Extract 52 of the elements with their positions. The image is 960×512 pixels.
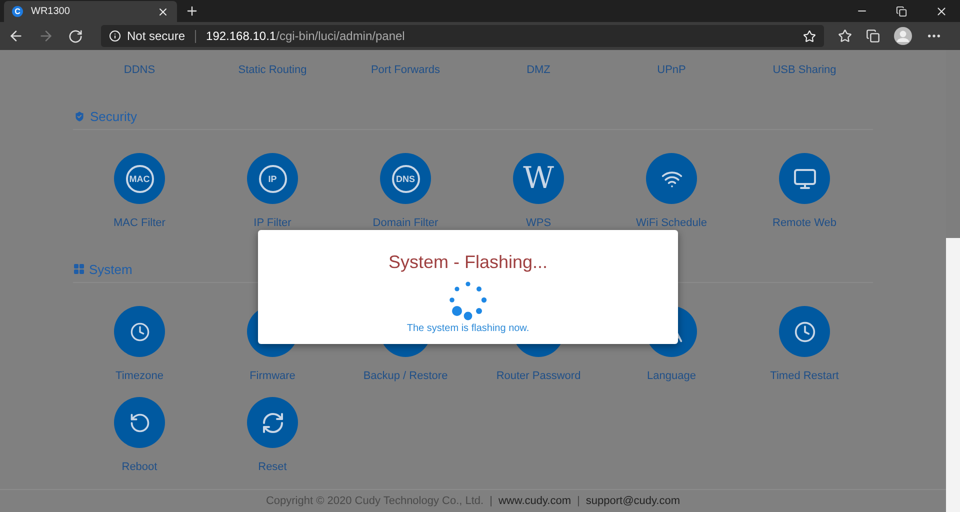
menu-item-label[interactable]: Reset [258, 460, 287, 474]
menu-item-label[interactable]: Port Forwards [370, 63, 440, 77]
menu-item-label[interactable]: Router Password [496, 369, 581, 383]
refresh-icon[interactable] [247, 397, 298, 448]
address-bar[interactable]: Not secure 192.168.10.1/cgi-bin/luci/admin/panel [101, 25, 824, 47]
menu-item-label[interactable]: Reboot [122, 460, 158, 474]
forward-icon[interactable] [38, 28, 54, 44]
close-icon[interactable] [935, 4, 948, 18]
footer-link[interactable]: www.cudy.com [498, 495, 572, 507]
loading-spinner-icon [447, 279, 489, 323]
modal-message: The system is flashing now. [406, 323, 530, 334]
profile-avatar-icon[interactable] [894, 27, 912, 45]
reload-icon[interactable] [68, 28, 83, 44]
menu-item-label[interactable]: Language [647, 369, 696, 383]
monitor-icon[interactable] [779, 153, 830, 204]
menu-item-label[interactable]: USB Sharing [772, 63, 836, 77]
collections-icon[interactable] [866, 29, 880, 43]
menu-item-label[interactable]: MAC Filter [114, 216, 166, 230]
separator-text: | [490, 495, 492, 507]
menu-item-label[interactable]: Backup / Restore [363, 369, 448, 383]
clock-icon[interactable] [779, 306, 830, 357]
favicon-icon: C [12, 6, 23, 17]
favorite-star-icon[interactable] [803, 30, 816, 42]
menu-item-label[interactable]: IP Filter [254, 216, 292, 230]
menu-item-label[interactable]: DMZ [526, 63, 550, 77]
footer-link[interactable]: support@cudy.com [586, 495, 680, 507]
menu-item-label[interactable]: Static Routing [238, 63, 307, 77]
shield-icon [73, 110, 86, 122]
menu-item-label[interactable]: Timezone [116, 369, 164, 383]
filter-icon[interactable]: MAC [114, 153, 165, 204]
undo-icon[interactable] [114, 397, 165, 448]
favorites-icon[interactable] [838, 29, 852, 43]
menu-item-label[interactable]: DDNS [124, 63, 156, 77]
browser-tab[interactable]: C WR1300 [4, 1, 177, 22]
close-tab-icon[interactable] [157, 6, 169, 18]
menu-item-label[interactable]: Firmware [250, 369, 296, 383]
section-heading: Security [73, 106, 873, 130]
filter-icon[interactable]: IP [247, 153, 298, 204]
menu-item-label[interactable]: WiFi Schedule [636, 216, 707, 230]
new-tab-icon[interactable] [185, 4, 199, 18]
restore-icon[interactable] [896, 6, 907, 16]
menu-item-label[interactable]: Domain Filter [372, 216, 438, 230]
menu-item-label[interactable]: WPS [526, 216, 552, 230]
separator-text: | [577, 495, 580, 507]
menu-item-label[interactable]: Remote Web [772, 216, 836, 230]
menu-item-label[interactable]: UPnP [657, 63, 686, 77]
wps-icon[interactable]: W [513, 153, 564, 204]
filter-icon[interactable]: DNS [380, 153, 431, 204]
grid-icon [73, 263, 85, 275]
info-icon[interactable] [109, 30, 121, 42]
menu-item-label[interactable]: Timed Restart [770, 369, 839, 383]
back-icon[interactable] [8, 28, 24, 44]
